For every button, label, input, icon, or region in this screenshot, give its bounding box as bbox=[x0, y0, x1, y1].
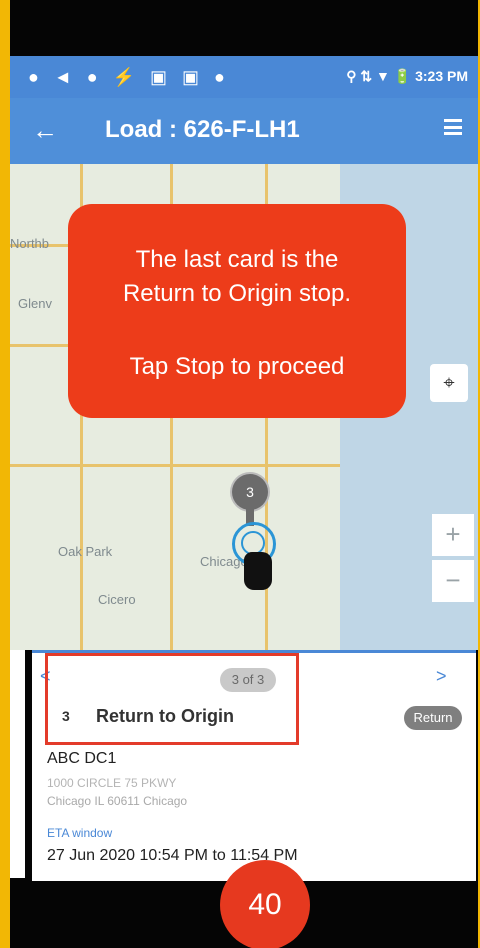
callout-line-2: Return to Origin stop. bbox=[122, 280, 352, 307]
stop-pin[interactable]: 3 bbox=[232, 474, 268, 510]
callout-line-3: Tap Stop to proceed bbox=[129, 353, 345, 380]
tap-highlight-box bbox=[45, 653, 299, 745]
callout-line-1: The last card is the bbox=[135, 246, 339, 273]
stop-type-badge: Return bbox=[404, 706, 462, 730]
locate-icon[interactable]: ⌖ bbox=[430, 364, 468, 402]
map-road bbox=[10, 464, 340, 467]
phone-frame: ● ◄ ● ⚡ ▣ ▣ ● ⚲ ⇅ ▼ 🔋 3:23 PM ← Load : 6… bbox=[10, 0, 478, 948]
map-label-north: Northb bbox=[10, 236, 50, 251]
map-label-oak-park: Oak Park bbox=[58, 544, 113, 559]
page-title: Load : 626-F-LH1 bbox=[105, 116, 300, 143]
back-arrow-icon[interactable]: ← bbox=[32, 115, 58, 146]
menu-icon[interactable] bbox=[444, 119, 462, 135]
location-name: ABC DC1 bbox=[47, 750, 117, 767]
map-label-cicero: Cicero bbox=[98, 592, 136, 607]
status-bar: ● ◄ ● ⚡ ▣ ▣ ● ⚲ ⇅ ▼ 🔋 3:23 PM bbox=[10, 56, 478, 98]
eta-label: ETA window bbox=[47, 826, 113, 840]
app-bar: ← Load : 626-F-LH1 bbox=[10, 98, 478, 164]
page-number-badge: 40 bbox=[220, 860, 310, 948]
zoom-in-button[interactable]: + bbox=[432, 514, 474, 556]
stop-name[interactable]: Return to Origin bbox=[96, 706, 234, 727]
card-edge bbox=[10, 650, 25, 878]
stop-number: 3 bbox=[62, 708, 70, 724]
next-stop-button[interactable]: > bbox=[436, 666, 447, 687]
status-icons: ● ◄ ● ⚡ ▣ ▣ ● bbox=[28, 67, 230, 87]
location-address: 1000 CIRCLE 75 PKWY bbox=[47, 776, 177, 790]
tap-hand-icon bbox=[244, 552, 272, 590]
instruction-callout: The last card is the Return to Origin st… bbox=[68, 204, 406, 418]
zoom-out-button[interactable]: − bbox=[432, 560, 474, 602]
location-city: Chicago IL 60611 Chicago bbox=[47, 794, 188, 808]
status-right: ⚲ ⇅ ▼ 🔋 3:23 PM bbox=[346, 68, 468, 84]
map-label-glenview: Glenv bbox=[18, 296, 52, 311]
